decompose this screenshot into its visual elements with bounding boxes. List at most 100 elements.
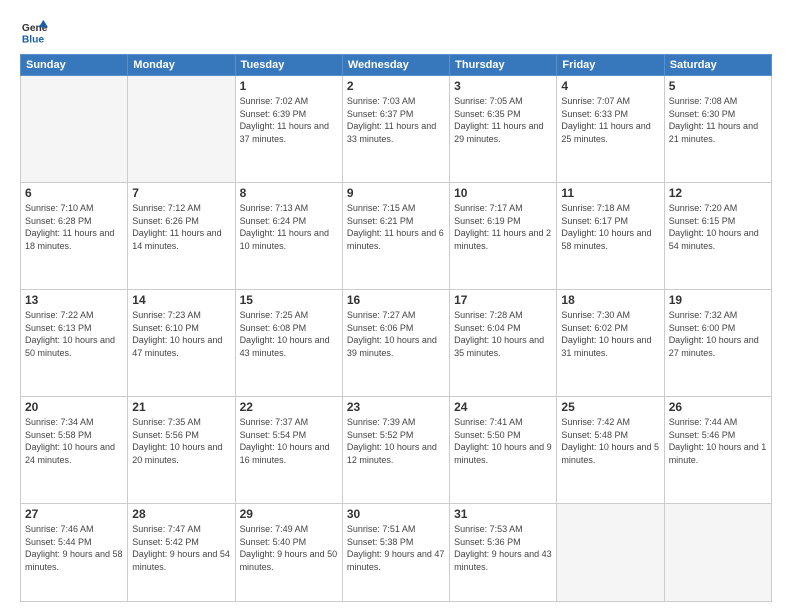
day-number: 29 — [240, 507, 338, 521]
logo: General Blue — [20, 18, 48, 46]
day-info: Sunrise: 7:51 AM Sunset: 5:38 PM Dayligh… — [347, 523, 445, 573]
calendar-cell: 31Sunrise: 7:53 AM Sunset: 5:36 PM Dayli… — [450, 504, 557, 602]
calendar-cell: 12Sunrise: 7:20 AM Sunset: 6:15 PM Dayli… — [664, 183, 771, 290]
day-number: 10 — [454, 186, 552, 200]
calendar-week-1: 1 Sunrise: 7:02 AM Sunset: 6:39 PM Daylig… — [21, 76, 772, 183]
calendar-cell: 19 Sunrise: 7:32 AM Sunset: 6:00 PM Dayli… — [664, 290, 771, 397]
day-info: Sunrise: 7:13 AM Sunset: 6:24 PM Dayligh… — [240, 202, 338, 252]
day-number: 1 — [240, 79, 338, 93]
day-info: Sunrise: 7:22 AM Sunset: 6:13 PM Dayligh… — [25, 309, 123, 359]
calendar-cell: 16 Sunrise: 7:27 AM Sunset: 6:06 PM Dayli… — [342, 290, 449, 397]
day-info: Sunrise: 7:41 AM Sunset: 5:50 PM Dayligh… — [454, 416, 552, 466]
day-info: Sunrise: 7:46 AM Sunset: 5:44 PM Dayligh… — [25, 523, 123, 573]
calendar-cell: 30 Sunrise: 7:51 AM Sunset: 5:38 PM Dayli… — [342, 504, 449, 602]
calendar-cell: 22 Sunrise: 7:37 AM Sunset: 5:54 PM Dayli… — [235, 397, 342, 504]
day-number: 11 — [561, 186, 659, 200]
calendar-week-4: 20 Sunrise: 7:34 AM Sunset: 5:58 PM Dayli… — [21, 397, 772, 504]
day-info: Sunrise: 7:08 AM Sunset: 6:30 PM Dayligh… — [669, 95, 767, 145]
day-info: Sunrise: 7:25 AM Sunset: 6:08 PM Dayligh… — [240, 309, 338, 359]
day-number: 8 — [240, 186, 338, 200]
calendar-cell: 1 Sunrise: 7:02 AM Sunset: 6:39 PM Daylig… — [235, 76, 342, 183]
calendar-cell: 3 Sunrise: 7:05 AM Sunset: 6:35 PM Daylig… — [450, 76, 557, 183]
weekday-header-monday: Monday — [128, 55, 235, 76]
day-number: 19 — [669, 293, 767, 307]
calendar-cell: 29 Sunrise: 7:49 AM Sunset: 5:40 PM Dayli… — [235, 504, 342, 602]
day-info: Sunrise: 7:42 AM Sunset: 5:48 PM Dayligh… — [561, 416, 659, 466]
calendar-cell: 5 Sunrise: 7:08 AM Sunset: 6:30 PM Daylig… — [664, 76, 771, 183]
day-number: 9 — [347, 186, 445, 200]
day-number: 18 — [561, 293, 659, 307]
calendar-table: SundayMondayTuesdayWednesdayThursdayFrid… — [20, 54, 772, 602]
calendar-cell: 14 Sunrise: 7:23 AM Sunset: 6:10 PM Dayli… — [128, 290, 235, 397]
day-info: Sunrise: 7:12 AM Sunset: 6:26 PM Dayligh… — [132, 202, 230, 252]
day-info: Sunrise: 7:02 AM Sunset: 6:39 PM Dayligh… — [240, 95, 338, 145]
day-info: Sunrise: 7:37 AM Sunset: 5:54 PM Dayligh… — [240, 416, 338, 466]
day-info: Sunrise: 7:35 AM Sunset: 5:56 PM Dayligh… — [132, 416, 230, 466]
day-number: 5 — [669, 79, 767, 93]
day-number: 26 — [669, 400, 767, 414]
day-number: 30 — [347, 507, 445, 521]
day-info: Sunrise: 7:17 AM Sunset: 6:19 PM Dayligh… — [454, 202, 552, 252]
day-info: Sunrise: 7:15 AM Sunset: 6:21 PM Dayligh… — [347, 202, 445, 252]
day-number: 31 — [454, 507, 552, 521]
day-info: Sunrise: 7:27 AM Sunset: 6:06 PM Dayligh… — [347, 309, 445, 359]
calendar-cell: 21 Sunrise: 7:35 AM Sunset: 5:56 PM Dayli… — [128, 397, 235, 504]
calendar-cell: 28Sunrise: 7:47 AM Sunset: 5:42 PM Dayli… — [128, 504, 235, 602]
day-info: Sunrise: 7:28 AM Sunset: 6:04 PM Dayligh… — [454, 309, 552, 359]
header: General Blue — [20, 18, 772, 46]
day-info: Sunrise: 7:23 AM Sunset: 6:10 PM Dayligh… — [132, 309, 230, 359]
day-number: 20 — [25, 400, 123, 414]
calendar-cell: 27Sunrise: 7:46 AM Sunset: 5:44 PM Dayli… — [21, 504, 128, 602]
calendar-cell — [21, 76, 128, 183]
calendar-cell: 20 Sunrise: 7:34 AM Sunset: 5:58 PM Dayli… — [21, 397, 128, 504]
weekday-header-tuesday: Tuesday — [235, 55, 342, 76]
day-info: Sunrise: 7:30 AM Sunset: 6:02 PM Dayligh… — [561, 309, 659, 359]
calendar-cell: 2Sunrise: 7:03 AM Sunset: 6:37 PM Daylig… — [342, 76, 449, 183]
day-info: Sunrise: 7:07 AM Sunset: 6:33 PM Dayligh… — [561, 95, 659, 145]
day-number: 15 — [240, 293, 338, 307]
calendar-cell: 23Sunrise: 7:39 AM Sunset: 5:52 PM Dayli… — [342, 397, 449, 504]
day-number: 25 — [561, 400, 659, 414]
weekday-header-wednesday: Wednesday — [342, 55, 449, 76]
day-number: 23 — [347, 400, 445, 414]
day-number: 16 — [347, 293, 445, 307]
day-info: Sunrise: 7:05 AM Sunset: 6:35 PM Dayligh… — [454, 95, 552, 145]
calendar-cell: 10 Sunrise: 7:17 AM Sunset: 6:19 PM Dayli… — [450, 183, 557, 290]
calendar-cell — [664, 504, 771, 602]
calendar-cell: 7 Sunrise: 7:12 AM Sunset: 6:26 PM Daylig… — [128, 183, 235, 290]
day-info: Sunrise: 7:18 AM Sunset: 6:17 PM Dayligh… — [561, 202, 659, 252]
svg-text:Blue: Blue — [22, 34, 45, 45]
calendar-cell: 18 Sunrise: 7:30 AM Sunset: 6:02 PM Dayli… — [557, 290, 664, 397]
calendar-cell: 25 Sunrise: 7:42 AM Sunset: 5:48 PM Dayli… — [557, 397, 664, 504]
day-number: 24 — [454, 400, 552, 414]
day-number: 7 — [132, 186, 230, 200]
calendar-cell: 6Sunrise: 7:10 AM Sunset: 6:28 PM Daylig… — [21, 183, 128, 290]
day-info: Sunrise: 7:49 AM Sunset: 5:40 PM Dayligh… — [240, 523, 338, 573]
day-number: 13 — [25, 293, 123, 307]
weekday-header-thursday: Thursday — [450, 55, 557, 76]
day-number: 17 — [454, 293, 552, 307]
day-number: 3 — [454, 79, 552, 93]
calendar-cell — [557, 504, 664, 602]
calendar-cell: 8 Sunrise: 7:13 AM Sunset: 6:24 PM Daylig… — [235, 183, 342, 290]
calendar-cell: 9 Sunrise: 7:15 AM Sunset: 6:21 PM Daylig… — [342, 183, 449, 290]
day-info: Sunrise: 7:32 AM Sunset: 6:00 PM Dayligh… — [669, 309, 767, 359]
calendar-cell: 24 Sunrise: 7:41 AM Sunset: 5:50 PM Dayli… — [450, 397, 557, 504]
day-info: Sunrise: 7:20 AM Sunset: 6:15 PM Dayligh… — [669, 202, 767, 252]
calendar-week-3: 13 Sunrise: 7:22 AM Sunset: 6:13 PM Dayli… — [21, 290, 772, 397]
day-number: 22 — [240, 400, 338, 414]
day-number: 21 — [132, 400, 230, 414]
calendar-cell: 4 Sunrise: 7:07 AM Sunset: 6:33 PM Daylig… — [557, 76, 664, 183]
day-number: 28 — [132, 507, 230, 521]
weekday-header-sunday: Sunday — [21, 55, 128, 76]
calendar-week-2: 6Sunrise: 7:10 AM Sunset: 6:28 PM Daylig… — [21, 183, 772, 290]
day-info: Sunrise: 7:44 AM Sunset: 5:46 PM Dayligh… — [669, 416, 767, 466]
day-info: Sunrise: 7:34 AM Sunset: 5:58 PM Dayligh… — [25, 416, 123, 466]
day-number: 14 — [132, 293, 230, 307]
day-number: 2 — [347, 79, 445, 93]
calendar-cell: 15 Sunrise: 7:25 AM Sunset: 6:08 PM Dayli… — [235, 290, 342, 397]
calendar-cell: 26 Sunrise: 7:44 AM Sunset: 5:46 PM Dayli… — [664, 397, 771, 504]
calendar-cell — [128, 76, 235, 183]
day-number: 4 — [561, 79, 659, 93]
weekday-header-friday: Friday — [557, 55, 664, 76]
